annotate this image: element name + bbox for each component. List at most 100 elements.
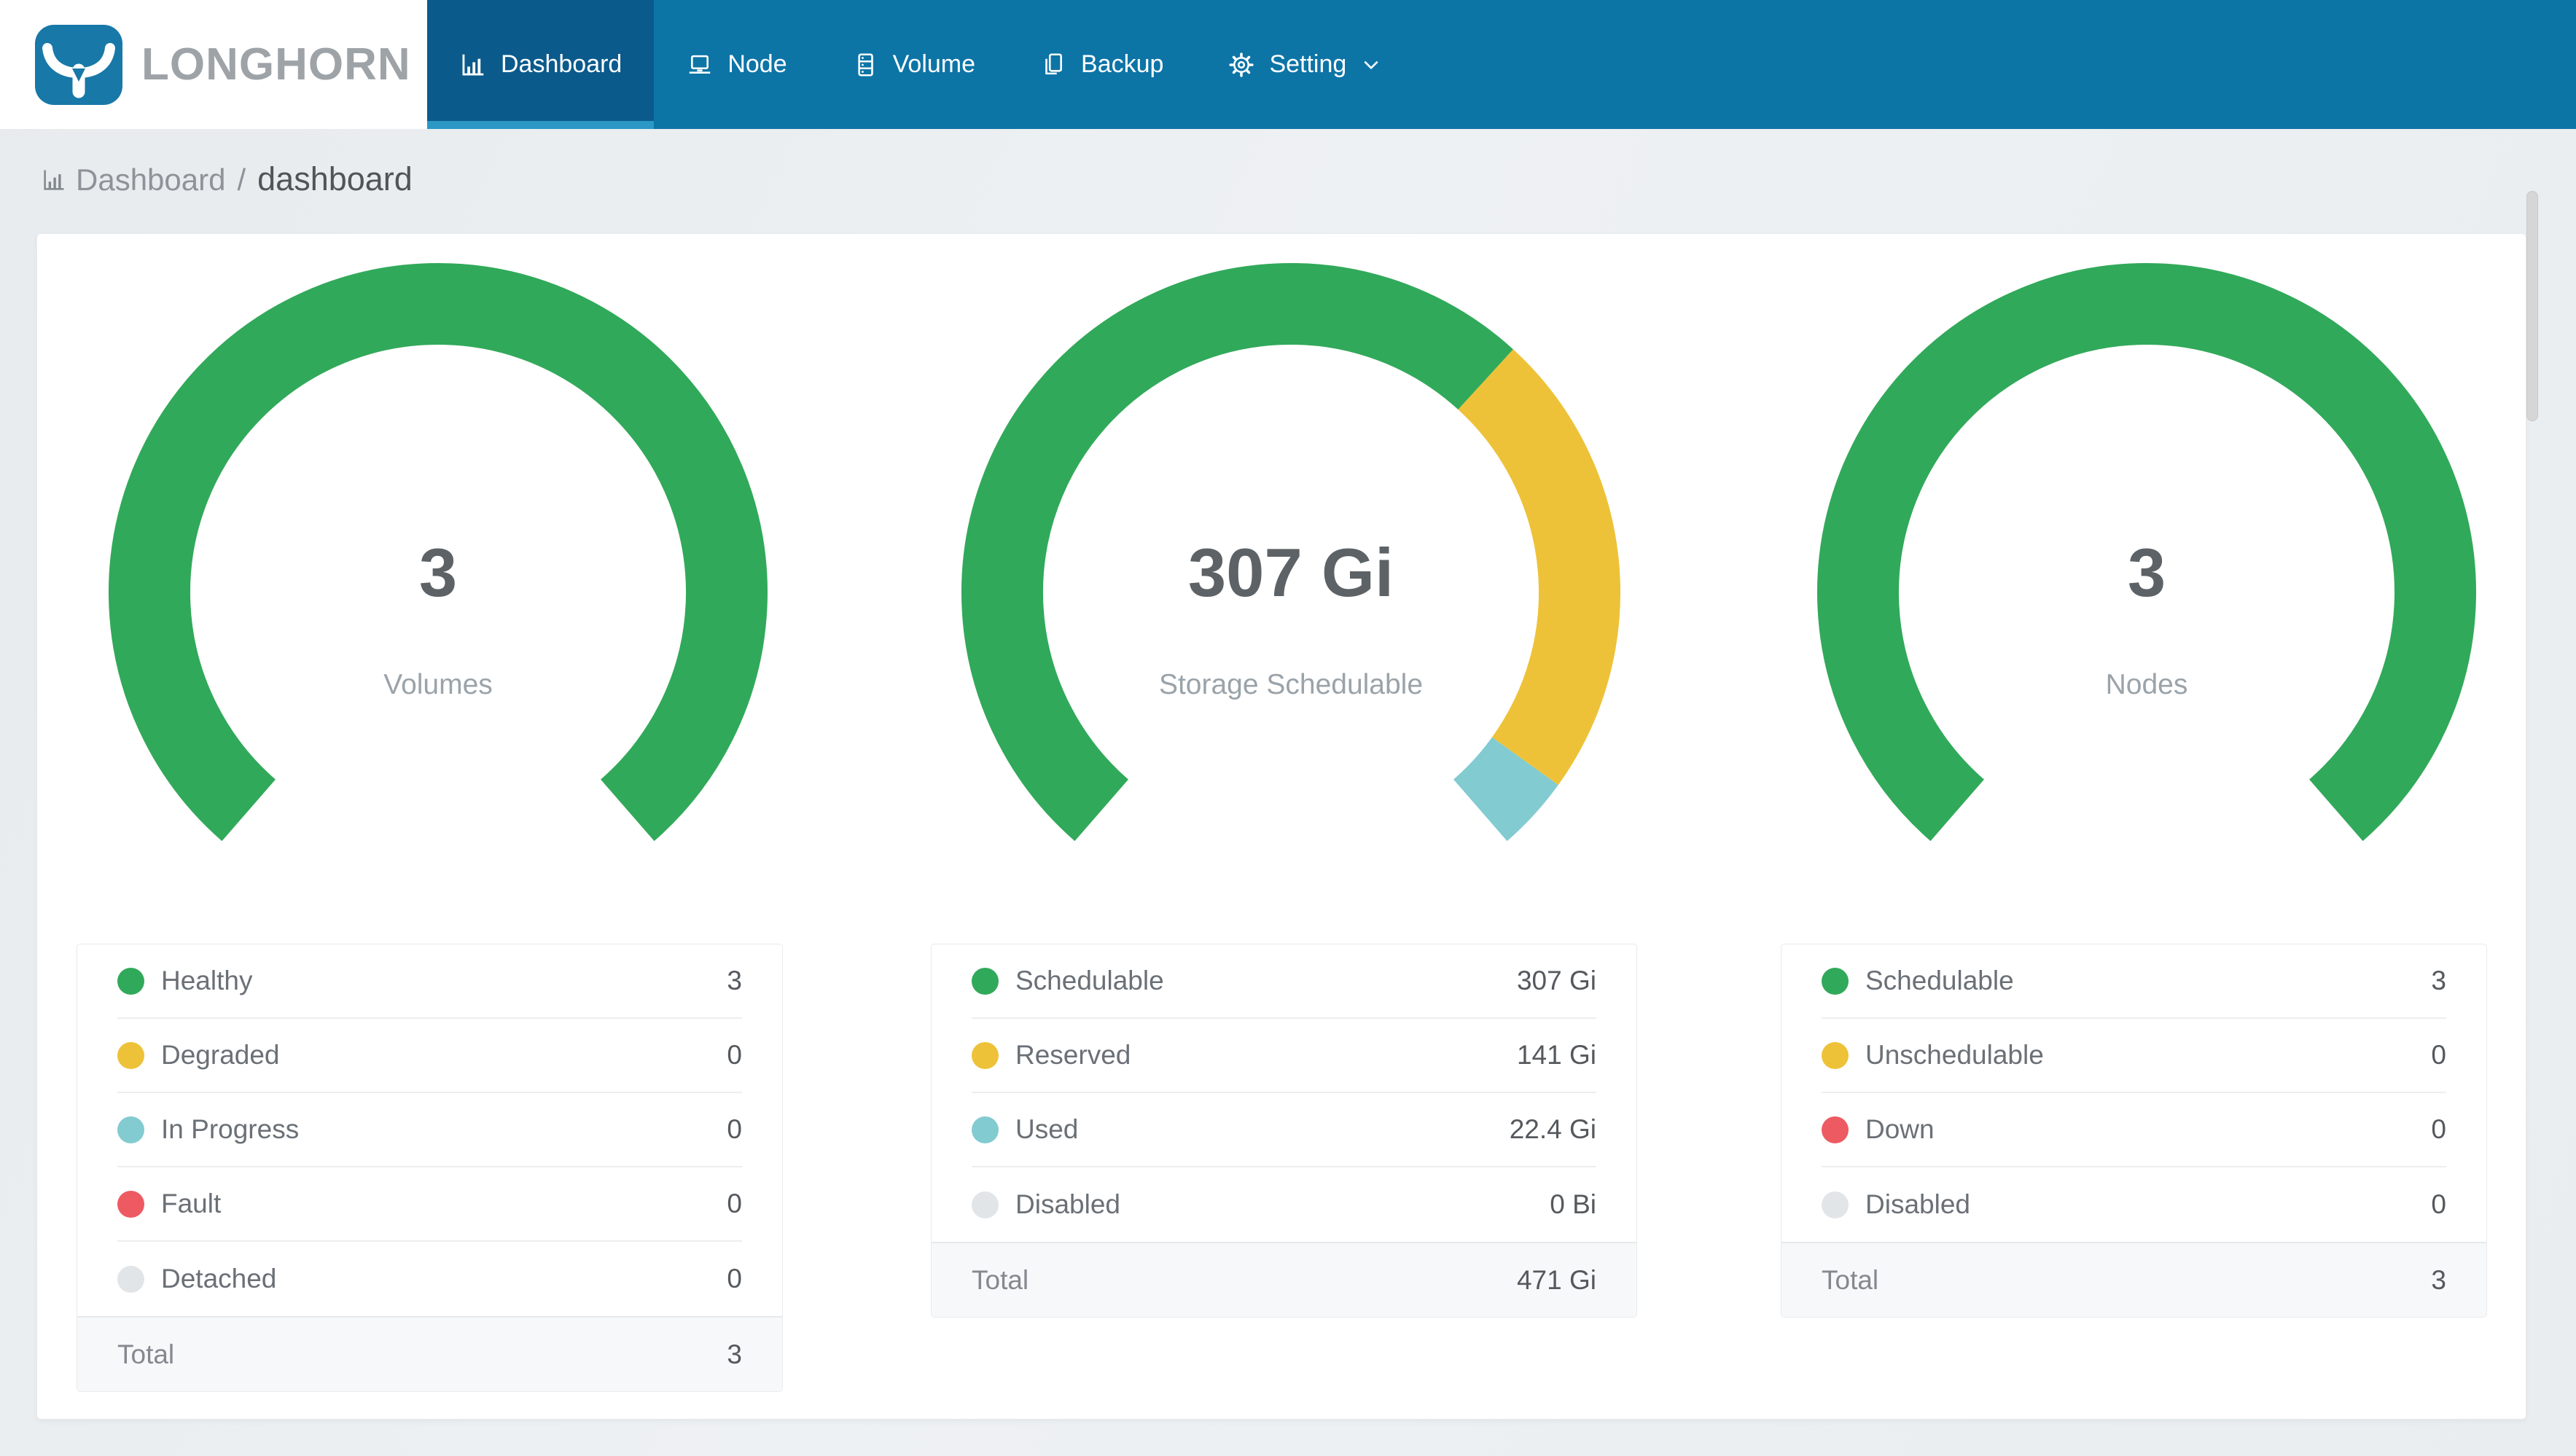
row-label: Disabled [1015,1189,1120,1219]
nodes-table-rows: Schedulable 3 Unschedulable 0 Down 0 Dis… [1822,944,2446,1242]
nodes-gauge-label: Nodes [2105,669,2188,700]
nav-menu: Dashboard Node Volume Backup Setting [427,0,1413,129]
nav-item-label: Backup [1081,50,1164,78]
table-total-row: Total 3 [1781,1242,2486,1317]
row-value: 0 [727,1040,742,1070]
scrollbar-thumb[interactable] [2526,191,2538,421]
status-dot [1822,967,1849,995]
nav-item-setting[interactable]: Setting [1195,0,1413,129]
total-value: 3 [2431,1264,2446,1295]
storage-gauge: 307 Gi Storage Schedulable [941,243,1641,942]
status-dot [972,967,999,995]
row-label: Reserved [1015,1040,1131,1070]
status-dot [1822,1116,1849,1143]
nav-item-node[interactable]: Node [654,0,819,129]
bar-chart-icon [459,51,487,79]
status-dot [117,1041,144,1069]
row-value: 0 Bi [1550,1189,1596,1219]
nav-item-volume[interactable]: Volume [819,0,1007,129]
row-value: 307 Gi [1516,966,1596,995]
breadcrumb-separator: / [237,163,246,197]
breadcrumb: Dashboard / dashboard [41,160,413,198]
row-value: 22.4 Gi [1509,1114,1596,1144]
volumes-gauge-value: 3 [418,534,458,611]
row-value: 0 [2431,1189,2446,1219]
table-row: Degraded 0 [117,1019,742,1093]
total-value: 471 Gi [1516,1264,1596,1295]
volumes-gauge-label: Volumes [383,669,493,700]
row-value: 0 [2431,1114,2446,1144]
storage-gauge-label: Storage Schedulable [1158,669,1424,700]
breadcrumb-page: dashboard [257,160,413,197]
row-label: Schedulable [1015,966,1164,995]
row-label: Degraded [161,1040,280,1070]
status-dot [117,1265,144,1293]
row-value: 3 [2431,966,2446,995]
storage-table-rows: Schedulable 307 Gi Reserved 141 Gi Used … [972,944,1596,1242]
table-total-row: Total 3 [77,1316,782,1391]
row-value: 0 [727,1189,742,1218]
table-row: Detached 0 [117,1242,742,1316]
row-label: Disabled [1865,1189,1970,1219]
table-row: Fault 0 [117,1167,742,1242]
table-row: Schedulable 3 [1822,944,2446,1019]
row-label: Unschedulable [1865,1040,2044,1070]
nodes-table: Schedulable 3 Unschedulable 0 Down 0 Dis… [1781,944,2487,1318]
row-value: 0 [2431,1040,2446,1070]
row-value: 141 Gi [1516,1040,1596,1070]
total-label: Total [117,1339,175,1369]
status-dot [1822,1191,1849,1218]
volumes-table-rows: Healthy 3 Degraded 0 In Progress 0 Fault… [117,944,742,1316]
row-value: 0 [727,1114,742,1144]
server-icon [851,51,879,79]
row-value: 0 [727,1264,742,1293]
table-row: Healthy 3 [117,944,742,1019]
row-label: Healthy [161,966,253,995]
status-dot [1822,1041,1849,1069]
nav-item-label: Node [727,50,787,78]
dashboard-card: 3 Volumes 307 Gi Storage Schedulable 3 N… [36,233,2526,1420]
laptop-icon [686,51,714,79]
nav-item-dashboard[interactable]: Dashboard [427,0,655,129]
chevron-down-icon [1362,58,1381,72]
status-dot [972,1041,999,1069]
table-row: Schedulable 307 Gi [972,944,1596,1019]
row-label: Fault [161,1189,222,1218]
status-dot [117,967,144,995]
gear-icon [1227,51,1255,79]
top-nav: LONGHORN Dashboard Node Volume Backup Se… [0,0,2576,129]
storage-gauge-value: 307 Gi [1187,534,1394,611]
volumes-table: Healthy 3 Degraded 0 In Progress 0 Fault… [77,944,783,1392]
row-value: 3 [727,966,742,995]
row-label: Schedulable [1865,966,2014,995]
status-dot [117,1116,144,1143]
breadcrumb-section[interactable]: Dashboard [76,163,225,197]
longhorn-bull-logo-icon [35,24,122,105]
brand[interactable]: LONGHORN [0,0,427,129]
nav-item-backup[interactable]: Backup [1007,0,1195,129]
table-row: In Progress 0 [117,1093,742,1167]
nodes-gauge: 3 Nodes [1797,243,2497,942]
nav-item-label: Volume [892,50,976,78]
table-row: Unschedulable 0 [1822,1019,2446,1093]
table-total-row: Total 471 Gi [932,1242,1636,1317]
total-label: Total [1822,1264,1879,1295]
table-row: Disabled 0 [1822,1167,2446,1242]
total-value: 3 [727,1339,742,1369]
copy-icon [1039,51,1067,79]
status-dot [972,1191,999,1218]
nodes-gauge-value: 3 [2127,534,2166,611]
storage-table: Schedulable 307 Gi Reserved 141 Gi Used … [931,944,1637,1318]
row-label: Detached [161,1264,277,1293]
nav-item-label: Setting [1269,50,1347,78]
nav-item-label: Dashboard [501,50,622,78]
table-row: Used 22.4 Gi [972,1093,1596,1167]
status-dot [972,1116,999,1143]
table-row: Down 0 [1822,1093,2446,1167]
brand-name: LONGHORN [141,39,411,90]
bar-chart-icon [41,167,67,197]
table-row: Reserved 141 Gi [972,1019,1596,1093]
row-label: Down [1865,1114,1935,1144]
row-label: In Progress [161,1114,300,1144]
table-row: Disabled 0 Bi [972,1167,1596,1242]
